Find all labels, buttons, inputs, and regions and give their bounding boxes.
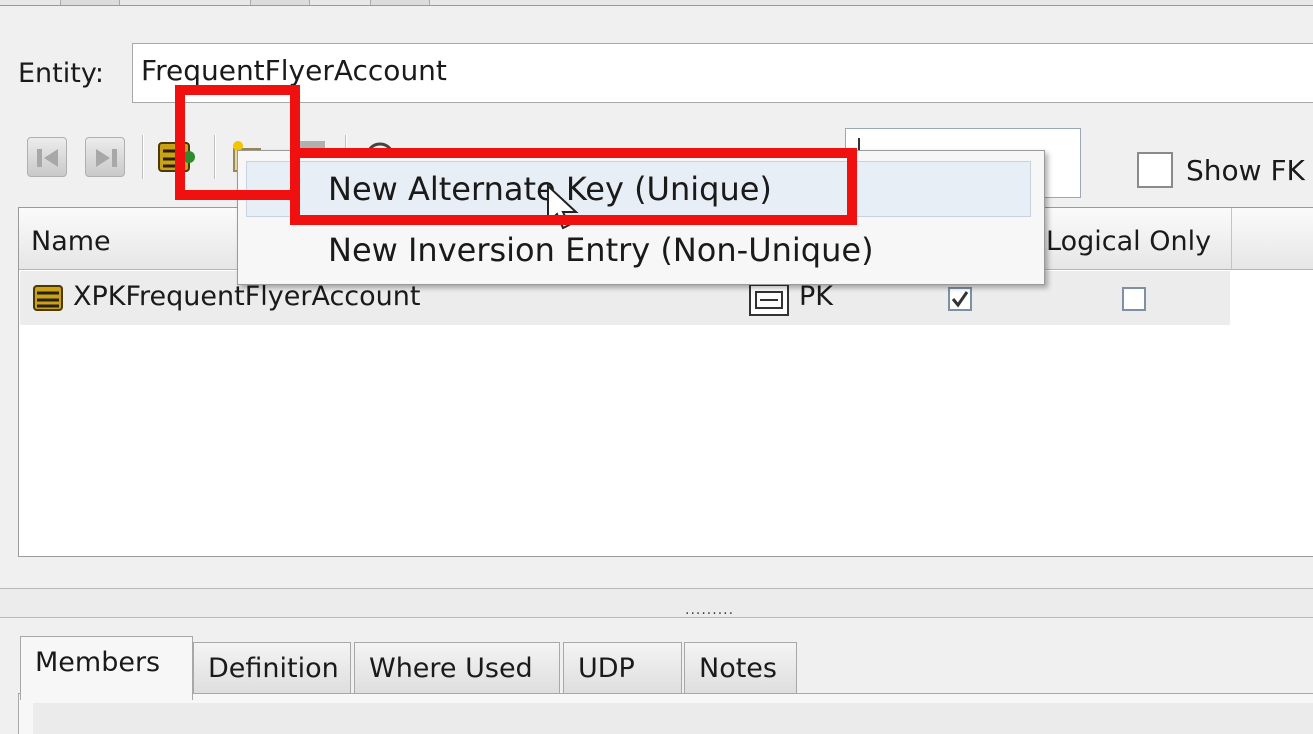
nav-next-icon — [96, 149, 117, 167]
top-tab-strip — [0, 0, 1313, 6]
menu-item-new-inversion-entry[interactable]: New Inversion Entry (Non-Unique) — [328, 231, 874, 269]
tab-label: Definition — [208, 653, 339, 684]
nav-previous-icon — [37, 149, 58, 167]
key-group-icon — [33, 285, 63, 311]
entity-value: FrequentFlyerAccount — [141, 54, 447, 87]
tab-label: Members — [35, 647, 161, 678]
toolbar-separator — [142, 135, 144, 179]
top-tab-stub[interactable] — [370, 0, 430, 5]
column-divider[interactable] — [1231, 208, 1232, 270]
tab-panel-content — [33, 703, 1313, 734]
column-header-logical-only[interactable]: Logical Only — [1036, 208, 1231, 270]
previous-button[interactable] — [27, 137, 67, 177]
top-tab-stub[interactable] — [250, 0, 310, 5]
splitter-grip[interactable]: ......... — [685, 602, 734, 618]
logical-only-checkbox[interactable] — [1122, 287, 1146, 311]
tab-notes[interactable]: Notes — [684, 642, 797, 694]
tab-where-used[interactable]: Where Used — [354, 642, 560, 694]
entity-field[interactable]: FrequentFlyerAccount — [132, 43, 1313, 103]
tab-members[interactable]: Members — [20, 636, 193, 700]
key-name: XPKFrequentFlyerAccount — [73, 281, 421, 312]
show-fk-checkbox[interactable] — [1137, 152, 1173, 188]
tab-label: Notes — [699, 653, 777, 684]
checkmark-icon — [951, 291, 969, 308]
pk-type-icon — [749, 284, 789, 316]
show-fk-label: Show FK — [1186, 154, 1305, 187]
next-button[interactable] — [85, 137, 125, 177]
tab-label: Where Used — [369, 653, 533, 684]
key-type: PK — [799, 281, 833, 312]
top-tab-stub[interactable] — [60, 0, 120, 5]
entity-label: Entity: — [18, 58, 104, 89]
tab-udp[interactable]: UDP — [563, 642, 682, 694]
generate-checkbox[interactable] — [948, 287, 972, 311]
highlight-box-menu-item — [290, 148, 857, 225]
tab-label: UDP — [578, 653, 635, 684]
tab-definition[interactable]: Definition — [193, 642, 351, 694]
pane-splitter[interactable] — [0, 588, 1313, 618]
highlight-box-new-key-button — [175, 85, 300, 200]
